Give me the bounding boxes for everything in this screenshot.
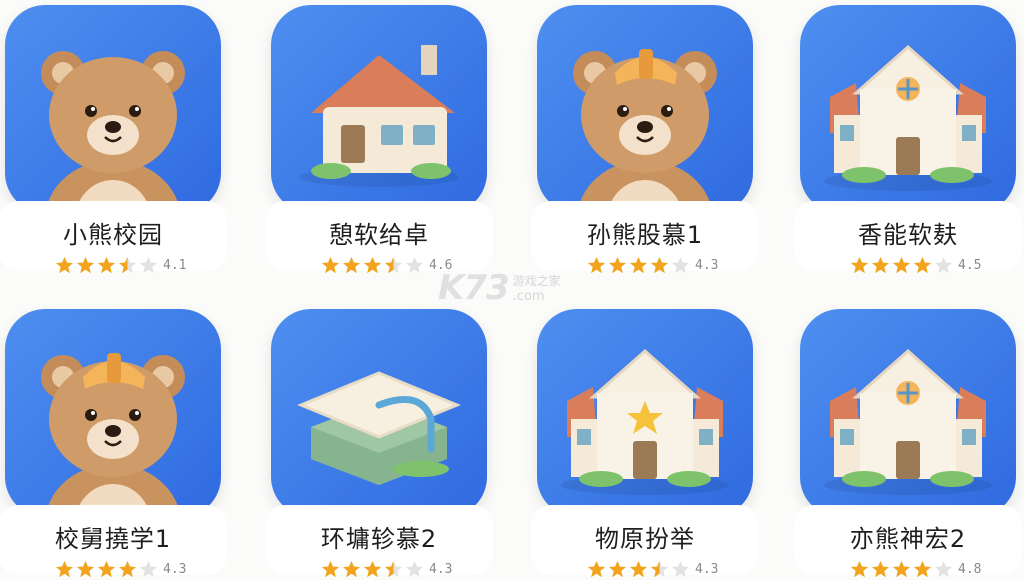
star-rating: 4.8 [850,558,981,580]
star-icon [55,256,74,273]
app-icon-5[interactable] [5,309,221,517]
star-icon [650,256,669,273]
rating-score: 4.3 [429,561,453,577]
app-title: 校舅撓学1 [54,525,172,553]
app-title: 孙熊股慕1 [586,221,704,249]
bear-cap-icon [5,309,221,517]
app-icon-3[interactable] [537,5,753,213]
app-title: 憩软给卓 [329,221,429,249]
rating-score: 4.3 [695,561,719,577]
app-title: 香能软麸 [858,221,958,249]
app-title: 物原扮举 [595,525,695,553]
star-icon [76,256,95,273]
star-icon [97,256,116,273]
star-icon [139,256,158,273]
star-icon [934,256,953,273]
app-card-3[interactable]: 孙熊股慕1 4.3 [531,5,759,273]
star-icon [587,256,606,273]
star-icon [384,256,403,273]
app-card-1[interactable]: 小熊校园 4.1 [0,5,227,273]
bear-cap-icon [537,5,753,213]
app-card-5[interactable]: 校舅撓学1 4.3 [0,309,227,577]
app-card-8[interactable]: 亦熊神宏2 4.8 [794,309,1022,577]
app-card-6[interactable]: 环墉轸慕2 4.3 [265,309,493,577]
rating-score: 4.3 [695,257,719,273]
school-house-icon [800,309,1016,517]
app-card-2[interactable]: 憩软给卓 4.6 [265,5,493,273]
watermark-text: 游戏之家 [512,274,561,288]
app-card-7[interactable]: 物原扮举 4.3 [531,309,759,577]
star-icon [850,256,869,273]
house-icon [271,5,487,213]
school-house-icon [800,5,1016,213]
star-icon [629,256,648,273]
star-icon [363,256,382,273]
rating-score: 4.1 [163,257,187,273]
star-icon [321,256,340,273]
app-title: 环墉轸慕2 [320,525,438,553]
star-rating: 4.3 [587,558,718,580]
app-icon-7[interactable] [537,309,753,517]
star-rating: 4.6 [321,254,452,276]
star-icon [608,256,627,273]
watermark: K73 游戏之家 .com [438,268,588,308]
graduation-cap-icon [271,309,487,517]
star-icon [671,256,690,273]
rating-score: 4.8 [958,561,982,577]
app-icon-4[interactable] [800,5,1016,213]
rating-score: 4.5 [958,257,982,273]
star-icon [892,256,911,273]
star-rating: 4.3 [321,558,452,580]
watermark-logo: K73 [438,268,510,308]
app-icon-6[interactable] [271,309,487,517]
app-icon-8[interactable] [800,309,1016,517]
watermark-domain: .com [512,289,545,304]
bear-icon [5,5,221,213]
star-rating: 4.5 [850,254,981,276]
rating-score: 4.3 [163,561,187,577]
app-card-4[interactable]: 香能软麸 4.5 [794,5,1022,273]
star-icon [342,256,361,273]
star-icon [913,256,932,273]
app-icon-1[interactable] [5,5,221,213]
star-icon [405,256,424,273]
app-title: 小熊校园 [63,221,163,249]
star-rating: 4.3 [55,558,186,580]
star-house-icon [537,309,753,517]
star-rating: 4.1 [55,254,186,276]
app-icon-2[interactable] [271,5,487,213]
star-rating: 4.3 [587,254,718,276]
app-title: 亦熊神宏2 [849,525,967,553]
star-icon [118,256,137,273]
star-icon [871,256,890,273]
